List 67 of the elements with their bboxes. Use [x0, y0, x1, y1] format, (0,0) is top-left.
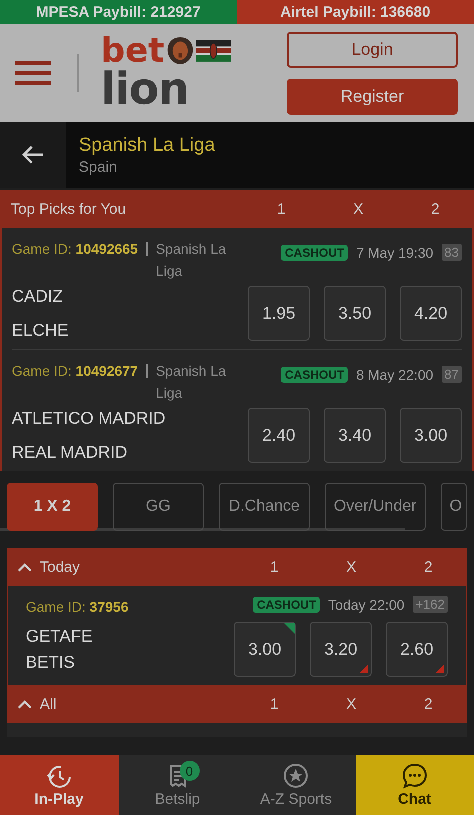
separator-icon [146, 364, 148, 378]
nav-item[interactable]: In-Play [0, 755, 118, 815]
column-label: 1 [276, 200, 287, 218]
nav-item[interactable]: Betslip 0 [118, 755, 237, 815]
team-name: CADIZ [12, 286, 64, 306]
team-name: ELCHE [12, 320, 70, 340]
back-arrow-icon [21, 145, 45, 165]
league-country: Spain [79, 158, 118, 176]
market-tab[interactable]: Over/Under [325, 483, 426, 531]
market-tab[interactable]: GG [113, 483, 204, 531]
league-name: Spanish La Liga [156, 362, 228, 403]
nav-item[interactable]: Chat [356, 755, 474, 815]
kickoff-time: 7 May 19:30 [356, 244, 434, 260]
odds-button[interactable]: 3.00 [400, 408, 462, 463]
markets-count[interactable]: +162 [412, 596, 448, 613]
section-title: Today [40, 558, 80, 576]
paybill-text: Airtel Paybill: 136680 [237, 0, 474, 24]
team-name: GETAFE [26, 626, 94, 646]
league-title: Spanish La Liga [79, 134, 216, 156]
odds-button[interactable]: 3.50 [324, 286, 386, 341]
column-label: 1 [269, 696, 280, 712]
team-name: ATLETICO MADRID [12, 408, 167, 428]
kickoff-time: Today 22:00 [328, 596, 405, 612]
odds-button[interactable]: 4.20 [400, 286, 462, 341]
market-tab[interactable]: O [440, 483, 468, 531]
flag-icon [196, 38, 231, 64]
market-tab[interactable]: D.Chance [219, 483, 310, 531]
cashout-badge: CASHOUT [281, 244, 348, 260]
team-name: BETIS [26, 652, 76, 672]
column-label: 1 [269, 558, 280, 576]
logo-text: lion [101, 68, 190, 112]
cashout-badge: CASHOUT [253, 596, 320, 612]
section-title: All [40, 696, 57, 712]
kickoff-time: 8 May 22:00 [356, 366, 434, 382]
column-label: X [345, 696, 358, 712]
register-button[interactable]: Register [287, 78, 458, 114]
market-tab[interactable]: 1 X 2 [7, 483, 98, 531]
column-label: 2 [430, 200, 441, 218]
game-id: Game ID: 10492677 [12, 362, 138, 381]
team-name: REAL MADRID [12, 442, 129, 462]
star-badge-icon [283, 762, 310, 788]
paybill-text: MPESA Paybill: 212927 [0, 0, 237, 24]
nav-item[interactable]: A-Z Sports [237, 755, 356, 815]
odds-button[interactable]: 3.40 [324, 408, 386, 463]
column-label: 2 [423, 558, 434, 576]
login-button[interactable]: Login [287, 32, 458, 68]
markets-count[interactable]: 83 [442, 244, 462, 261]
section-title: Top Picks for You [11, 200, 126, 218]
back-button[interactable] [0, 122, 66, 188]
logo-text: bet [101, 34, 165, 68]
separator-icon [146, 242, 148, 256]
odds-button[interactable]: 2.60 [386, 622, 448, 677]
count-badge: 0 [180, 761, 200, 781]
column-label: X [352, 200, 364, 218]
odds-button[interactable]: 1.95 [248, 286, 310, 341]
game-id: Game ID: 10492665 [12, 240, 138, 259]
markets-count[interactable]: 87 [442, 366, 462, 383]
cashout-badge: CASHOUT [281, 366, 348, 382]
odds-button[interactable]: 3.00 [234, 622, 296, 677]
odds-button[interactable]: 2.40 [248, 408, 310, 463]
menu-icon[interactable] [15, 61, 51, 85]
league-name: Spanish La Liga [156, 240, 228, 281]
odds-button[interactable]: 3.20 [310, 622, 372, 677]
game-id: Game ID: 37956 [26, 598, 129, 617]
chat-icon [402, 762, 428, 788]
column-label: X [345, 558, 358, 576]
column-label: 2 [423, 696, 434, 712]
